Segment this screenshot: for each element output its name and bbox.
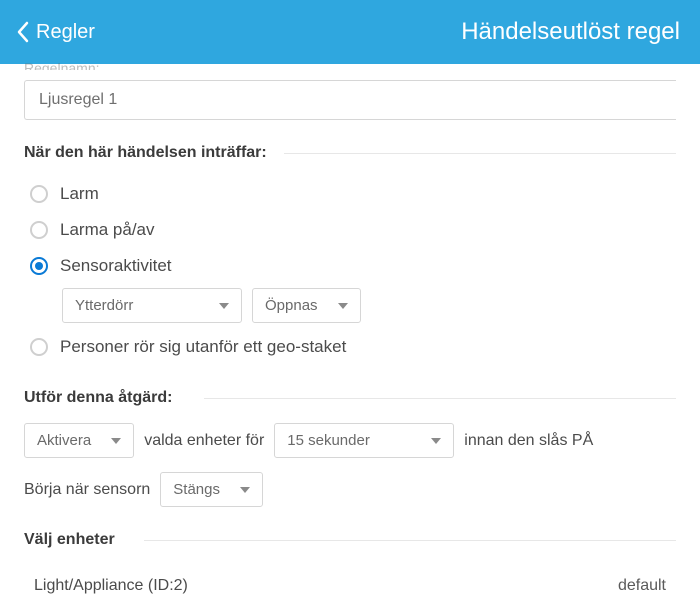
- chevron-down-icon: [338, 303, 348, 309]
- radio-icon: [30, 185, 48, 203]
- start-state-select[interactable]: Stängs: [160, 472, 263, 507]
- chevron-down-icon: [111, 438, 121, 444]
- section-action-label: Utför denna åtgärd:: [24, 389, 676, 407]
- device-name: Light/Appliance (ID:2): [34, 577, 618, 595]
- back-label: Regler: [36, 21, 95, 44]
- select-value: Öppnas: [265, 297, 318, 314]
- action-mid-text: valda enheter för: [144, 432, 264, 450]
- section-when-label: När den här händelsen inträffar:: [24, 144, 676, 162]
- radio-label: Sensoraktivitet: [60, 256, 172, 276]
- page-title: Händelseutlöst regel: [461, 18, 684, 46]
- radio-sensor-activity[interactable]: Sensoraktivitet: [24, 248, 676, 284]
- radio-icon-selected: [30, 257, 48, 275]
- sensor-state-select[interactable]: Öppnas: [252, 288, 361, 323]
- select-value: 15 sekunder: [287, 432, 370, 449]
- form-content: Regelnamn: När den här händelsen inträff…: [0, 60, 700, 595]
- device-value: default: [618, 577, 666, 595]
- chevron-left-icon: [16, 21, 30, 43]
- chevron-down-icon: [240, 487, 250, 493]
- device-row[interactable]: Light/Appliance (ID:2) default: [24, 563, 676, 595]
- section-devices-label: Välj enheter: [24, 531, 676, 549]
- radio-label: Larma på/av: [60, 220, 155, 240]
- radio-label: Personer rör sig utanför ett geo-staket: [60, 337, 346, 357]
- sensor-subcontrols: Ytterdörr Öppnas: [62, 288, 676, 323]
- rule-name-label: Regelnamn:: [24, 60, 676, 70]
- start-label: Börja när sensorn: [24, 481, 150, 499]
- app-header: Regler Händelseutlöst regel: [0, 0, 700, 64]
- select-value: Stängs: [173, 481, 220, 498]
- radio-geofence[interactable]: Personer rör sig utanför ett geo-staket: [24, 329, 676, 365]
- radio-label: Larm: [60, 184, 99, 204]
- radio-arm-disarm[interactable]: Larma på/av: [24, 212, 676, 248]
- duration-select[interactable]: 15 sekunder: [274, 423, 454, 458]
- action-verb-select[interactable]: Aktivera: [24, 423, 134, 458]
- action-row: Aktivera valda enheter för 15 sekunder i…: [24, 423, 676, 458]
- sensor-select[interactable]: Ytterdörr: [62, 288, 242, 323]
- rule-name-input[interactable]: [24, 80, 676, 120]
- action-start-row: Börja när sensorn Stängs: [24, 472, 676, 507]
- radio-icon: [30, 221, 48, 239]
- back-button[interactable]: Regler: [16, 21, 95, 44]
- action-tail-text: innan den slås PÅ: [464, 432, 593, 450]
- chevron-down-icon: [431, 438, 441, 444]
- radio-alarm[interactable]: Larm: [24, 176, 676, 212]
- select-value: Aktivera: [37, 432, 91, 449]
- event-radio-group: Larm Larma på/av Sensoraktivitet Ytterdö…: [24, 176, 676, 365]
- radio-icon: [30, 338, 48, 356]
- chevron-down-icon: [219, 303, 229, 309]
- select-value: Ytterdörr: [75, 297, 133, 314]
